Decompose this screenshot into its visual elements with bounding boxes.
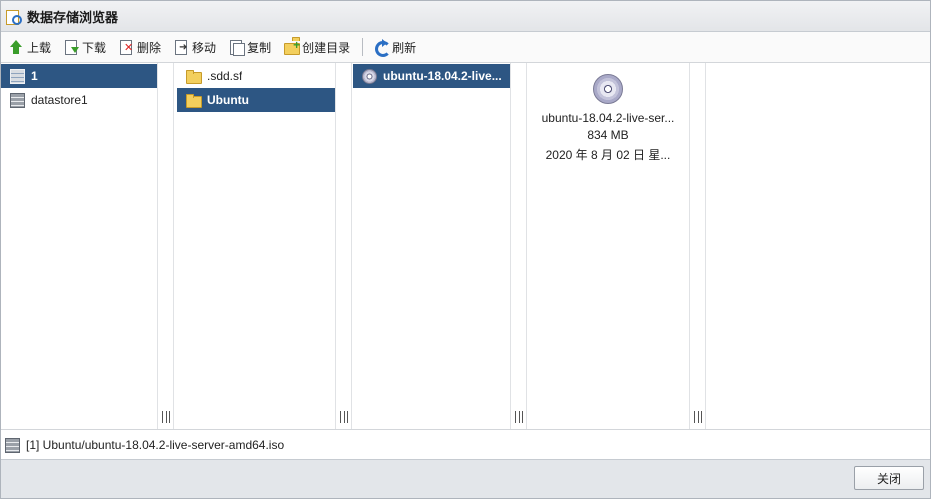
close-button[interactable]: 关闭 [854, 466, 924, 490]
file-preview: ubuntu-18.04.2-live-ser... 834 MB 2020 年… [527, 63, 689, 429]
folder-icon [185, 68, 202, 84]
folder-column: .sdd.sf Ubuntu [175, 63, 335, 429]
copy-icon [228, 39, 246, 56]
datastore-browser-window: 数据存储浏览器 上载 下载 删除 移动 复制 创建目录 刷新 [0, 0, 931, 499]
refresh-button[interactable]: 刷新 [373, 36, 416, 58]
download-icon [63, 39, 80, 55]
column-resize-handle[interactable] [689, 63, 706, 429]
footer: 关闭 [1, 459, 930, 498]
folder-item-sdd-sf[interactable]: .sdd.sf [177, 64, 337, 88]
upload-icon [8, 39, 24, 55]
preview-filename: ubuntu-18.04.2-live-ser... [541, 111, 675, 125]
column-resize-handle[interactable] [335, 63, 352, 429]
refresh-icon [373, 39, 392, 57]
toolbar: 上载 下载 删除 移动 复制 创建目录 刷新 [1, 32, 930, 63]
datastore-item-1[interactable]: 1 [1, 64, 157, 88]
folder-icon [185, 92, 202, 108]
grip-icon [515, 411, 523, 423]
file-item-ubuntu-iso[interactable]: ubuntu-18.04.2-live... [353, 64, 510, 88]
disc-icon [361, 68, 377, 84]
copy-button[interactable]: 复制 [228, 36, 271, 58]
browser-columns: 1 datastore1 .sdd.sf Ubuntu ubuntu-18.04… [1, 63, 930, 429]
current-path: [1] Ubuntu/ubuntu-18.04.2-live-server-am… [26, 437, 285, 452]
column-resize-handle[interactable] [157, 63, 174, 429]
folder-item-ubuntu[interactable]: Ubuntu [177, 88, 335, 112]
preview-date: 2020 年 8 月 02 日 星... [545, 148, 671, 162]
download-button[interactable]: 下载 [63, 36, 106, 58]
grip-icon [340, 411, 348, 423]
datastore-browser-icon [6, 8, 22, 25]
move-button[interactable]: 移动 [173, 36, 216, 58]
toolbar-separator [362, 38, 364, 56]
create-directory-button[interactable]: 创建目录 [283, 36, 350, 58]
title-bar: 数据存储浏览器 [1, 1, 930, 32]
datastore-column: 1 datastore1 [1, 63, 157, 429]
upload-button[interactable]: 上载 [8, 36, 51, 58]
column-resize-handle[interactable] [510, 63, 527, 429]
move-icon [173, 39, 189, 55]
datastore-icon [9, 68, 25, 84]
path-bar: [1] Ubuntu/ubuntu-18.04.2-live-server-am… [1, 429, 930, 459]
delete-button[interactable]: 删除 [118, 36, 161, 58]
window-title: 数据存储浏览器 [27, 9, 119, 25]
grip-icon [162, 411, 170, 423]
delete-icon [118, 39, 134, 55]
file-column: ubuntu-18.04.2-live... [353, 63, 510, 429]
datastore-icon [9, 92, 25, 108]
grip-icon [694, 411, 702, 423]
new-folder-icon [283, 37, 301, 55]
datastore-item-datastore1[interactable]: datastore1 [1, 88, 157, 112]
preview-size: 834 MB [587, 128, 629, 142]
disc-icon [593, 74, 623, 104]
empty-column [707, 63, 930, 429]
datastore-icon [4, 437, 20, 453]
